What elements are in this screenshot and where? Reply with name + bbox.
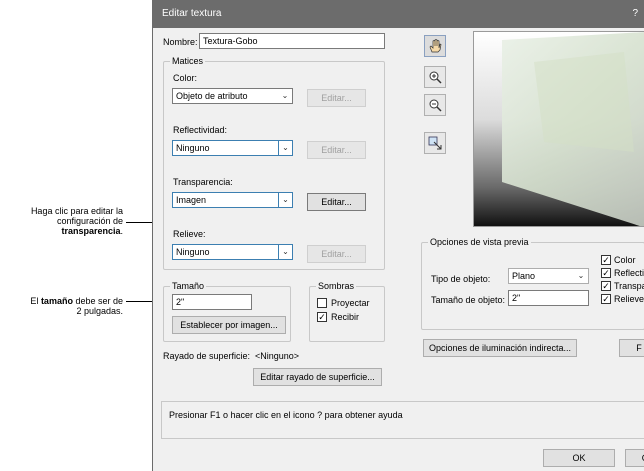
preview-reflectivity-label: Reflectividad	[614, 268, 644, 278]
chevron-down-icon: ⌄	[278, 141, 292, 155]
chevron-down-icon: ⌄	[281, 91, 289, 100]
name-label: Nombre:	[163, 37, 198, 47]
transparency-label: Transparencia:	[173, 177, 233, 187]
hatch-value: <Ninguno>	[255, 351, 300, 361]
reflectivity-select[interactable]: Ninguno ⌄	[172, 140, 293, 156]
zoom-in-button[interactable]	[424, 66, 446, 88]
callout-line: 2 pulgadas.	[76, 306, 123, 316]
zoom-out-icon	[429, 99, 442, 112]
chevron-down-icon: ⌄	[278, 245, 292, 259]
reflectivity-edit-button[interactable]: Editar...	[307, 141, 366, 159]
color-edit-button[interactable]: Editar...	[307, 89, 366, 107]
callout-line: Haga clic para editar la	[30, 206, 123, 216]
callout-bold: transparencia	[61, 226, 121, 236]
preview-bump-label: Relieve	[614, 294, 644, 304]
preview-color-label: Color	[614, 255, 636, 265]
object-size-field[interactable]: 2"	[508, 290, 589, 306]
help-icon[interactable]: ?	[632, 0, 638, 28]
hand-icon	[429, 39, 442, 53]
edit-texture-dialog: Editar textura ? Nombre: Textura-Gobo Ma…	[152, 0, 644, 471]
set-by-image-button[interactable]: Establecer por imagen...	[172, 316, 286, 334]
texture-preview	[473, 31, 644, 227]
shadows-group-title: Sombras	[316, 281, 357, 292]
help-text: Presionar F1 o hacer clic en el icono ? …	[169, 410, 403, 420]
title-bar: Editar textura ?	[153, 0, 644, 28]
preview-transparency-label: Transparencia	[614, 281, 644, 291]
receive-shadow-checkbox[interactable]: ✓	[317, 312, 327, 322]
indirect-lighting-button[interactable]: Opciones de iluminación indirecta...	[423, 339, 577, 357]
pan-tool-button[interactable]	[424, 35, 446, 57]
preview-transparency-checkbox[interactable]: ✓	[601, 281, 611, 291]
preview-reflectivity-checkbox[interactable]: ✓	[601, 268, 611, 278]
edit-hatch-button[interactable]: Editar rayado de superficie...	[253, 368, 382, 386]
color-select[interactable]: Objeto de atributo ⌄	[172, 88, 293, 104]
color-label: Color:	[173, 73, 198, 83]
preview-bump-checkbox[interactable]: ✓	[601, 294, 611, 304]
transparency-callout: Haga clic para editar la configuración d…	[0, 206, 123, 236]
preview-color-checkbox[interactable]: ✓	[601, 255, 611, 265]
object-type-label: Tipo de objeto:	[431, 274, 491, 284]
object-type-select[interactable]: Plano ⌄	[508, 268, 589, 284]
size-group-title: Tamaño	[170, 281, 207, 292]
truncated-button[interactable]: F	[619, 339, 644, 357]
cast-shadow-checkbox[interactable]	[317, 298, 327, 308]
name-field[interactable]: Textura-Gobo	[199, 33, 385, 49]
bump-label: Relieve:	[173, 229, 206, 239]
preview-plane-image	[502, 32, 644, 226]
chevron-down-icon: ⌄	[278, 193, 292, 207]
object-size-label: Tamaño de objeto:	[431, 295, 506, 305]
size-callout: El tamaño debe ser de 2 pulgadas.	[0, 296, 123, 316]
zoom-in-icon	[429, 71, 442, 84]
bump-edit-button[interactable]: Editar...	[307, 245, 366, 263]
size-field[interactable]: 2"	[172, 294, 252, 310]
reflectivity-label: Reflectividad:	[173, 125, 228, 135]
cast-shadow-label: Proyectar	[331, 298, 370, 308]
ok-button[interactable]: OK	[543, 449, 615, 467]
dialog-title: Editar textura	[162, 8, 222, 19]
receive-shadow-label: Recibir	[331, 312, 360, 322]
hatch-label: Rayado de superficie:	[163, 351, 251, 361]
transparency-select[interactable]: Imagen ⌄	[172, 192, 293, 208]
callout-line: configuración de	[56, 216, 123, 226]
fit-view-icon	[428, 136, 442, 150]
chevron-down-icon: ⌄	[577, 271, 585, 280]
preview-options-title: Opciones de vista previa	[428, 237, 531, 248]
callout-bold: tamaño	[40, 296, 73, 306]
transparency-edit-button[interactable]: Editar...	[307, 193, 366, 211]
cancel-button[interactable]: C	[625, 449, 644, 467]
fit-view-button[interactable]	[424, 132, 446, 154]
zoom-out-button[interactable]	[424, 94, 446, 116]
shaders-group-title: Matices	[170, 56, 206, 67]
help-text-area: Presionar F1 o hacer clic en el icono ? …	[161, 401, 644, 439]
bump-select[interactable]: Ninguno ⌄	[172, 244, 293, 260]
